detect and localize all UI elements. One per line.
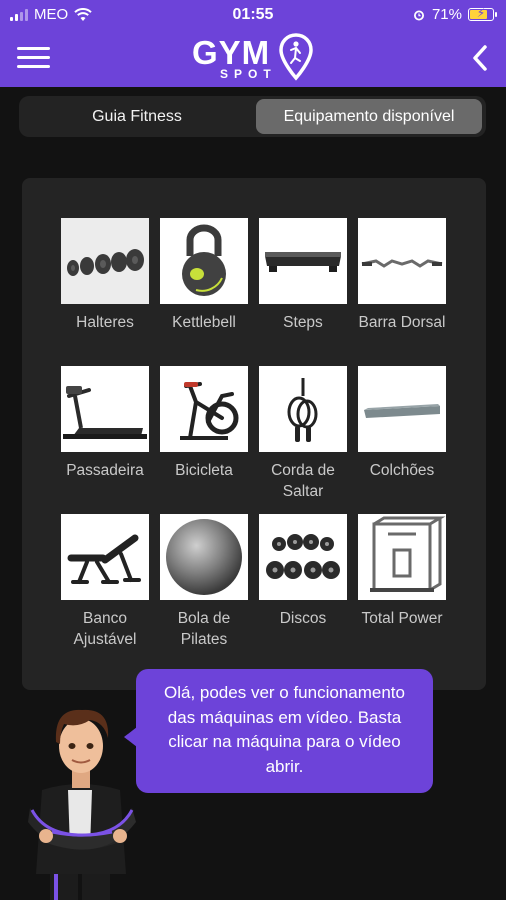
equipment-label: Steps [283, 314, 323, 331]
equipment-label: Bola de Pilates [177, 610, 231, 648]
tab-guia-fitness[interactable]: Guia Fitness [23, 99, 251, 134]
equipment-label: Banco Ajustável [73, 610, 137, 648]
battery-charging-icon: ⚡ [468, 6, 497, 21]
equipment-label: Passadeira [66, 462, 144, 479]
power-rack-image [358, 514, 446, 600]
equipment-label: Discos [279, 610, 327, 627]
tab-equipamento-disponivel[interactable]: Equipamento disponível [256, 99, 482, 134]
curl-bar-image [358, 218, 446, 304]
equipment-item-halteres[interactable]: Halteres [55, 218, 155, 333]
treadmill-image [61, 366, 149, 452]
chevron-left-icon [473, 45, 487, 71]
equipment-item-kettlebell[interactable]: Kettlebell [154, 218, 254, 333]
hamburger-menu-button[interactable] [17, 47, 50, 69]
equipment-item-corda-de-saltar[interactable]: Corda de Saltar [253, 366, 353, 502]
assistant-message: Olá, podes ver o funcionamento das máqui… [164, 683, 405, 776]
gymspot-logo: GYM SPOT [192, 32, 322, 84]
equipment-label: Corda de Saltar [271, 462, 335, 500]
equipment-item-steps[interactable]: Steps [253, 218, 353, 333]
kettlebell-image [160, 218, 248, 304]
equipment-label: Total Power [361, 610, 443, 627]
pilates-ball-image [160, 514, 248, 600]
equipment-label: Colchões [369, 462, 435, 479]
equipment-label: Bicicleta [175, 462, 233, 479]
app-header: GYM SPOT [0, 30, 506, 87]
logo-sub-text: SPOT [220, 67, 277, 81]
equipment-item-passadeira[interactable]: Passadeira [55, 366, 155, 481]
equipment-item-barra-dorsal[interactable]: Barra Dorsal [352, 218, 452, 333]
equipment-label: Kettlebell [172, 314, 236, 331]
step-platform-image [259, 218, 347, 304]
equipment-item-total-power[interactable]: Total Power [352, 514, 452, 629]
weight-plates-image [259, 514, 347, 600]
spin-bike-image [160, 366, 248, 452]
equipment-item-colchoes[interactable]: Colchões [352, 366, 452, 481]
equipment-item-discos[interactable]: Discos [253, 514, 353, 629]
tab-bar: Guia Fitness Equipamento disponível [19, 96, 486, 137]
adjustable-bench-image [61, 514, 149, 600]
equipment-item-bicicleta[interactable]: Bicicleta [154, 366, 254, 481]
equipment-label: Halteres [76, 314, 134, 331]
hamburger-menu-icon [17, 47, 50, 50]
dumbbells-image [61, 218, 149, 304]
equipment-card: Halteres Kettlebell Steps Barra Dorsal P… [22, 178, 486, 690]
back-button[interactable] [468, 42, 492, 74]
alarm-icon [413, 10, 424, 20]
status-right: 71% ⚡ [412, 6, 497, 23]
equipment-item-bola-de-pilates[interactable]: Bola de Pilates [154, 514, 254, 650]
equipment-item-banco-ajustavel[interactable]: Banco Ajustável [55, 514, 155, 650]
assistant-speech-bubble: Olá, podes ver o funcionamento das máqui… [136, 669, 433, 793]
location-pin-icon [279, 33, 313, 81]
exercise-mat-image [358, 366, 446, 452]
jump-rope-image [259, 366, 347, 452]
battery-percent: 71% [431, 6, 462, 23]
status-bar: MEO 01:55 71% ⚡ [0, 0, 506, 30]
equipment-label: Barra Dorsal [358, 314, 446, 331]
